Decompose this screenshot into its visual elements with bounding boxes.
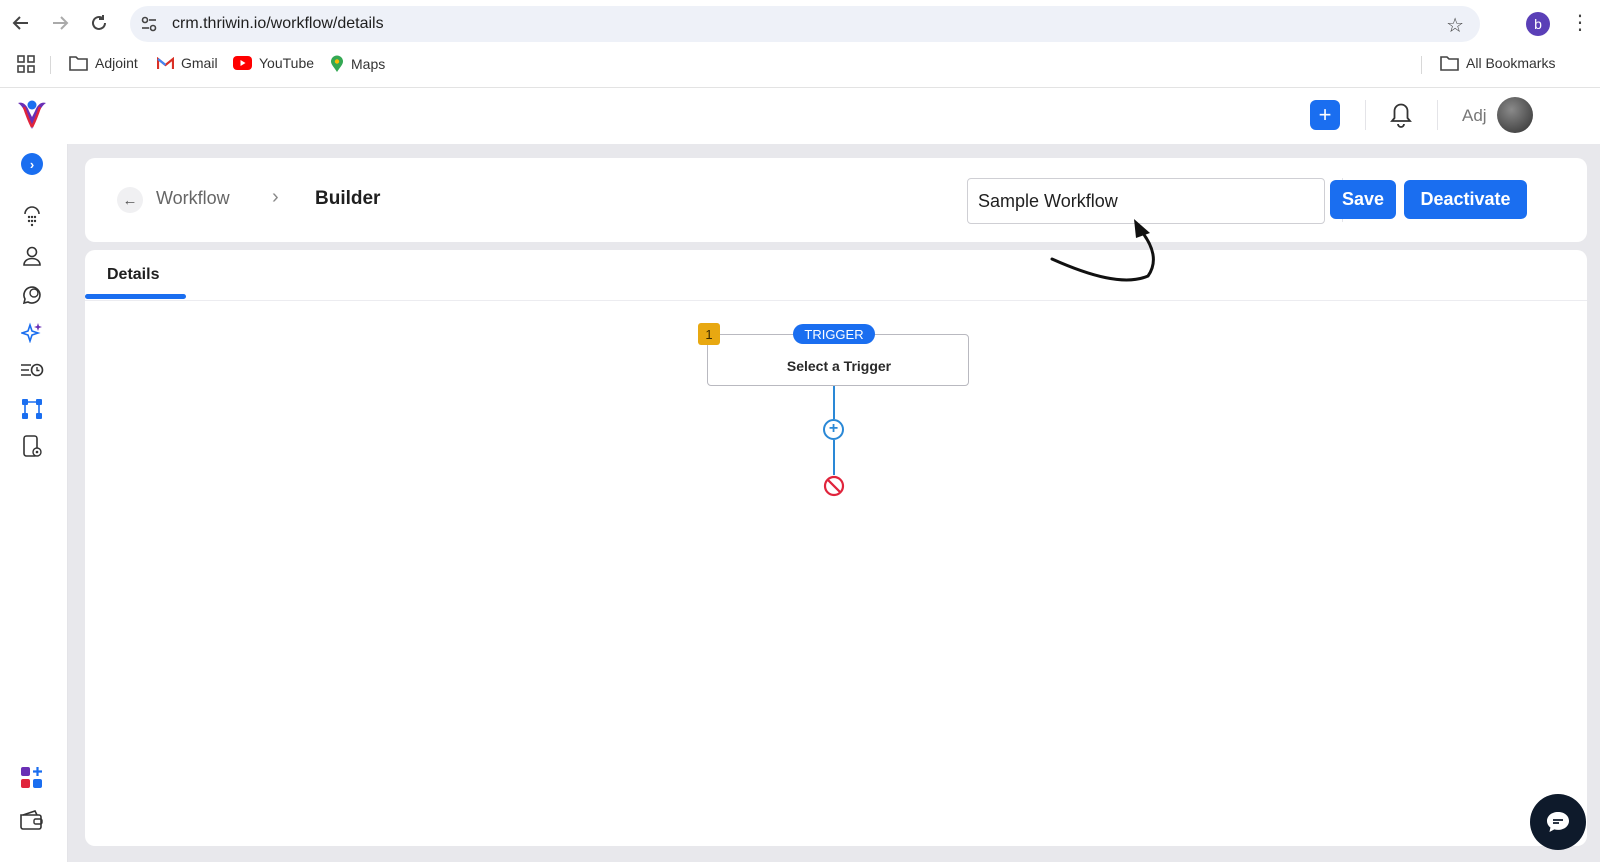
workflow-builder-card: Details Select a Trigger 1 TRIGGER + xyxy=(85,250,1587,846)
list-clock-icon[interactable] xyxy=(20,358,44,382)
back-arrow-icon[interactable] xyxy=(8,10,34,36)
apps-grid-icon[interactable] xyxy=(17,55,35,73)
site-settings-icon[interactable] xyxy=(140,15,158,38)
reload-icon[interactable] xyxy=(86,10,112,36)
trigger-tag: TRIGGER xyxy=(793,324,875,344)
browser-chrome: crm.thriwin.io/workflow/details ☆ b ⋮ Ad… xyxy=(0,0,1600,88)
gmail-icon xyxy=(157,56,174,69)
profile-avatar[interactable]: b xyxy=(1526,12,1550,36)
tab-details[interactable]: Details xyxy=(85,250,186,300)
workflow-header-card: ← Workflow › Builder Save Deactivate xyxy=(85,158,1587,242)
contacts-dots-icon[interactable] xyxy=(20,205,44,229)
folder-icon xyxy=(69,56,88,71)
end-stop-icon xyxy=(823,475,845,502)
bookmark-adjoint[interactable]: Adjoint xyxy=(69,55,138,71)
bookmark-label: YouTube xyxy=(259,55,315,71)
workflow-icon[interactable] xyxy=(20,397,44,421)
step-number-badge: 1 xyxy=(698,323,720,345)
sidebar: › xyxy=(0,144,68,862)
create-new-button[interactable]: + xyxy=(1310,100,1340,130)
folder-icon xyxy=(1440,56,1459,71)
connector-line xyxy=(833,440,835,475)
bookmark-label: Adjoint xyxy=(95,55,138,71)
workflow-name-input[interactable] xyxy=(967,178,1325,224)
breadcrumb-chevron-icon: › xyxy=(272,186,279,208)
tab-label: Details xyxy=(107,266,160,283)
device-settings-icon[interactable] xyxy=(20,435,44,459)
user-name[interactable]: Adj xyxy=(1462,106,1487,126)
bookmark-maps[interactable]: Maps xyxy=(330,55,385,73)
bookmark-star-icon[interactable]: ☆ xyxy=(1446,13,1464,38)
bookmark-gmail[interactable]: Gmail xyxy=(157,55,218,71)
user-avatar[interactable] xyxy=(1497,97,1533,133)
address-bar[interactable]: crm.thriwin.io/workflow/details ☆ xyxy=(130,6,1480,42)
wallet-icon[interactable] xyxy=(20,808,44,832)
youtube-icon xyxy=(233,56,252,70)
bookmark-divider xyxy=(50,56,51,74)
add-step-icon[interactable]: + xyxy=(823,419,844,440)
all-bookmarks[interactable]: All Bookmarks xyxy=(1440,55,1555,71)
expand-icon[interactable]: › xyxy=(21,153,43,175)
bookmark-label: Maps xyxy=(351,56,386,72)
app-topbar: + Adj xyxy=(0,88,1600,144)
browser-menu-icon[interactable]: ⋮ xyxy=(1570,10,1590,36)
user-icon[interactable] xyxy=(20,244,44,268)
bookmark-label: Gmail xyxy=(181,55,218,71)
deactivate-button[interactable]: Deactivate xyxy=(1404,180,1527,219)
connector-line xyxy=(833,386,835,419)
chat-support-button[interactable] xyxy=(1530,794,1586,850)
active-tab-indicator xyxy=(85,294,186,299)
maps-icon xyxy=(331,55,343,72)
all-bookmarks-label: All Bookmarks xyxy=(1466,55,1556,71)
notification-bell-icon[interactable] xyxy=(1388,100,1414,133)
sparkle-icon[interactable] xyxy=(20,320,44,344)
back-arrow-icon[interactable]: ← xyxy=(117,187,143,213)
save-button[interactable]: Save xyxy=(1330,180,1396,219)
breadcrumb-workflow[interactable]: Workflow xyxy=(156,188,230,209)
app-shell: + Adj › ← Workflow › Builder Sample Work… xyxy=(0,88,1600,862)
page-title: Builder xyxy=(315,188,381,209)
url-text[interactable]: crm.thriwin.io/workflow/details xyxy=(172,15,384,33)
trigger-text: Select a Trigger xyxy=(786,358,892,374)
apps-add-icon[interactable] xyxy=(20,766,44,790)
chat-icon xyxy=(1547,812,1569,832)
thriwin-logo-icon[interactable] xyxy=(15,97,49,136)
tab-divider xyxy=(85,300,1587,301)
topbar-divider xyxy=(1365,100,1366,130)
chat-bubbles-icon[interactable] xyxy=(20,282,44,306)
bookmark-divider xyxy=(1421,56,1422,74)
forward-arrow-icon[interactable] xyxy=(47,10,73,36)
bookmark-youtube[interactable]: YouTube xyxy=(233,55,314,71)
bookmarks-bar: Adjoint Gmail YouTube Maps All Bookmarks xyxy=(0,50,1600,80)
topbar-divider xyxy=(1437,100,1438,130)
